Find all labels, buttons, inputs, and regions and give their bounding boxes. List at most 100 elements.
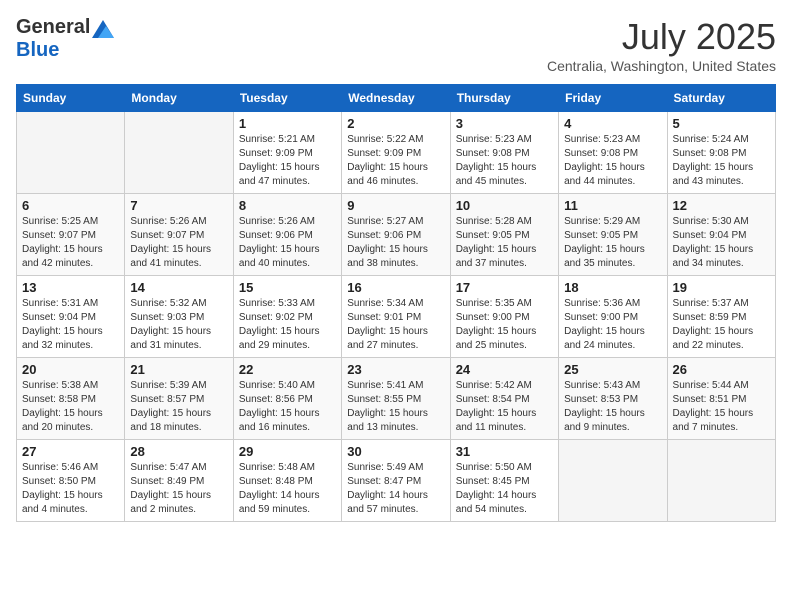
calendar-cell: 11Sunrise: 5:29 AMSunset: 9:05 PMDayligh…: [559, 194, 667, 276]
calendar-cell: 17Sunrise: 5:35 AMSunset: 9:00 PMDayligh…: [450, 276, 558, 358]
title-area: July 2025 Centralia, Washington, United …: [547, 16, 776, 74]
day-number: 19: [673, 280, 770, 295]
day-number: 30: [347, 444, 444, 459]
day-number: 14: [130, 280, 227, 295]
day-detail: Sunrise: 5:31 AMSunset: 9:04 PMDaylight:…: [22, 297, 119, 353]
calendar-cell: 15 Sunrise: 5:33 AMSunset: 9:02 PMDayligh…: [233, 276, 341, 358]
calendar-cell: 29 Sunrise: 5:48 AMSunset: 8:48 PMDayligh…: [233, 440, 341, 522]
calendar-cell: 4 Sunrise: 5:23 AMSunset: 9:08 PMDaylight…: [559, 112, 667, 194]
calendar-cell: 5Sunrise: 5:24 AMSunset: 9:08 PMDaylight…: [667, 112, 775, 194]
calendar-cell: 26 Sunrise: 5:44 AMSunset: 8:51 PMDayligh…: [667, 358, 775, 440]
day-detail: Sunrise: 5:28 AMSunset: 9:05 PMDaylight:…: [456, 215, 553, 271]
calendar-cell: 30 Sunrise: 5:49 AMSunset: 8:47 PMDayligh…: [342, 440, 450, 522]
day-detail: Sunrise: 5:23 AMSunset: 9:08 PMDaylight:…: [564, 133, 661, 189]
calendar-cell: 16 Sunrise: 5:34 AMSunset: 9:01 PMDayligh…: [342, 276, 450, 358]
day-detail: Sunrise: 5:50 AMSunset: 8:45 PMDaylight:…: [456, 461, 553, 517]
day-number: 7: [130, 198, 227, 213]
calendar-header: SundayMondayTuesdayWednesdayThursdayFrid…: [17, 85, 776, 112]
day-detail: Sunrise: 5:43 AMSunset: 8:53 PMDaylight:…: [564, 379, 661, 435]
day-number: 29: [239, 444, 336, 459]
day-number: 6: [22, 198, 119, 213]
calendar-cell: 8 Sunrise: 5:26 AMSunset: 9:06 PMDaylight…: [233, 194, 341, 276]
calendar-cell: 14 Sunrise: 5:32 AMSunset: 9:03 PMDayligh…: [125, 276, 233, 358]
day-number: 9: [347, 198, 444, 213]
logo-general: General: [16, 16, 90, 39]
day-number: 21: [130, 362, 227, 377]
calendar-cell: 22 Sunrise: 5:40 AMSunset: 8:56 PMDayligh…: [233, 358, 341, 440]
day-detail: Sunrise: 5:49 AMSunset: 8:47 PMDaylight:…: [347, 461, 444, 517]
day-detail: Sunrise: 5:34 AMSunset: 9:01 PMDaylight:…: [347, 297, 444, 353]
calendar-cell: 18 Sunrise: 5:36 AMSunset: 9:00 PMDayligh…: [559, 276, 667, 358]
day-detail: Sunrise: 5:36 AMSunset: 9:00 PMDaylight:…: [564, 297, 661, 353]
calendar-cell: 10 Sunrise: 5:28 AMSunset: 9:05 PMDayligh…: [450, 194, 558, 276]
day-detail: Sunrise: 5:41 AMSunset: 8:55 PMDaylight:…: [347, 379, 444, 435]
day-number: 15: [239, 280, 336, 295]
header-row: SundayMondayTuesdayWednesdayThursdayFrid…: [17, 85, 776, 112]
day-detail: Sunrise: 5:21 AMSunset: 9:09 PMDaylight:…: [239, 133, 336, 189]
day-detail: Sunrise: 5:47 AMSunset: 8:49 PMDaylight:…: [130, 461, 227, 517]
column-header-thursday: Thursday: [450, 85, 558, 112]
calendar-week-row: 6Sunrise: 5:25 AMSunset: 9:07 PMDaylight…: [17, 194, 776, 276]
month-title: July 2025: [547, 16, 776, 58]
calendar-cell: 13 Sunrise: 5:31 AMSunset: 9:04 PMDayligh…: [17, 276, 125, 358]
day-detail: Sunrise: 5:44 AMSunset: 8:51 PMDaylight:…: [673, 379, 770, 435]
day-detail: Sunrise: 5:32 AMSunset: 9:03 PMDaylight:…: [130, 297, 227, 353]
calendar-cell: [667, 440, 775, 522]
calendar-body: 1Sunrise: 5:21 AMSunset: 9:09 PMDaylight…: [17, 112, 776, 522]
day-detail: Sunrise: 5:39 AMSunset: 8:57 PMDaylight:…: [130, 379, 227, 435]
column-header-friday: Friday: [559, 85, 667, 112]
logo-icon: [92, 20, 114, 38]
calendar-cell: 31 Sunrise: 5:50 AMSunset: 8:45 PMDayligh…: [450, 440, 558, 522]
calendar-cell: 21 Sunrise: 5:39 AMSunset: 8:57 PMDayligh…: [125, 358, 233, 440]
calendar-cell: [559, 440, 667, 522]
day-detail: Sunrise: 5:30 AMSunset: 9:04 PMDaylight:…: [673, 215, 770, 271]
calendar-week-row: 20 Sunrise: 5:38 AMSunset: 8:58 PMDayligh…: [17, 358, 776, 440]
day-detail: Sunrise: 5:38 AMSunset: 8:58 PMDaylight:…: [22, 379, 119, 435]
day-detail: Sunrise: 5:26 AMSunset: 9:06 PMDaylight:…: [239, 215, 336, 271]
day-detail: Sunrise: 5:48 AMSunset: 8:48 PMDaylight:…: [239, 461, 336, 517]
day-number: 16: [347, 280, 444, 295]
day-number: 8: [239, 198, 336, 213]
page-header: General Blue July 2025 Centralia, Washin…: [16, 16, 776, 74]
day-number: 10: [456, 198, 553, 213]
column-header-saturday: Saturday: [667, 85, 775, 112]
calendar-cell: 25Sunrise: 5:43 AMSunset: 8:53 PMDayligh…: [559, 358, 667, 440]
day-number: 2: [347, 116, 444, 131]
calendar-week-row: 13 Sunrise: 5:31 AMSunset: 9:04 PMDayligh…: [17, 276, 776, 358]
day-detail: Sunrise: 5:22 AMSunset: 9:09 PMDaylight:…: [347, 133, 444, 189]
calendar-cell: [17, 112, 125, 194]
column-header-wednesday: Wednesday: [342, 85, 450, 112]
day-number: 22: [239, 362, 336, 377]
logo: General Blue: [16, 16, 114, 62]
day-detail: Sunrise: 5:40 AMSunset: 8:56 PMDaylight:…: [239, 379, 336, 435]
day-number: 28: [130, 444, 227, 459]
day-number: 31: [456, 444, 553, 459]
calendar-week-row: 1Sunrise: 5:21 AMSunset: 9:09 PMDaylight…: [17, 112, 776, 194]
column-header-tuesday: Tuesday: [233, 85, 341, 112]
day-number: 18: [564, 280, 661, 295]
day-detail: Sunrise: 5:42 AMSunset: 8:54 PMDaylight:…: [456, 379, 553, 435]
calendar-table: SundayMondayTuesdayWednesdayThursdayFrid…: [16, 84, 776, 522]
day-number: 12: [673, 198, 770, 213]
calendar-cell: 2 Sunrise: 5:22 AMSunset: 9:09 PMDaylight…: [342, 112, 450, 194]
calendar-cell: 1Sunrise: 5:21 AMSunset: 9:09 PMDaylight…: [233, 112, 341, 194]
calendar-cell: 28 Sunrise: 5:47 AMSunset: 8:49 PMDayligh…: [125, 440, 233, 522]
day-number: 27: [22, 444, 119, 459]
calendar-cell: 19 Sunrise: 5:37 AMSunset: 8:59 PMDayligh…: [667, 276, 775, 358]
day-number: 11: [564, 198, 661, 213]
calendar-cell: 6Sunrise: 5:25 AMSunset: 9:07 PMDaylight…: [17, 194, 125, 276]
day-detail: Sunrise: 5:46 AMSunset: 8:50 PMDaylight:…: [22, 461, 119, 517]
day-number: 3: [456, 116, 553, 131]
day-number: 4: [564, 116, 661, 131]
calendar-cell: [125, 112, 233, 194]
day-number: 26: [673, 362, 770, 377]
day-detail: Sunrise: 5:37 AMSunset: 8:59 PMDaylight:…: [673, 297, 770, 353]
calendar-week-row: 27 Sunrise: 5:46 AMSunset: 8:50 PMDayligh…: [17, 440, 776, 522]
day-detail: Sunrise: 5:24 AMSunset: 9:08 PMDaylight:…: [673, 133, 770, 189]
day-number: 20: [22, 362, 119, 377]
day-detail: Sunrise: 5:33 AMSunset: 9:02 PMDaylight:…: [239, 297, 336, 353]
column-header-monday: Monday: [125, 85, 233, 112]
day-number: 13: [22, 280, 119, 295]
calendar-cell: 20 Sunrise: 5:38 AMSunset: 8:58 PMDayligh…: [17, 358, 125, 440]
day-detail: Sunrise: 5:23 AMSunset: 9:08 PMDaylight:…: [456, 133, 553, 189]
